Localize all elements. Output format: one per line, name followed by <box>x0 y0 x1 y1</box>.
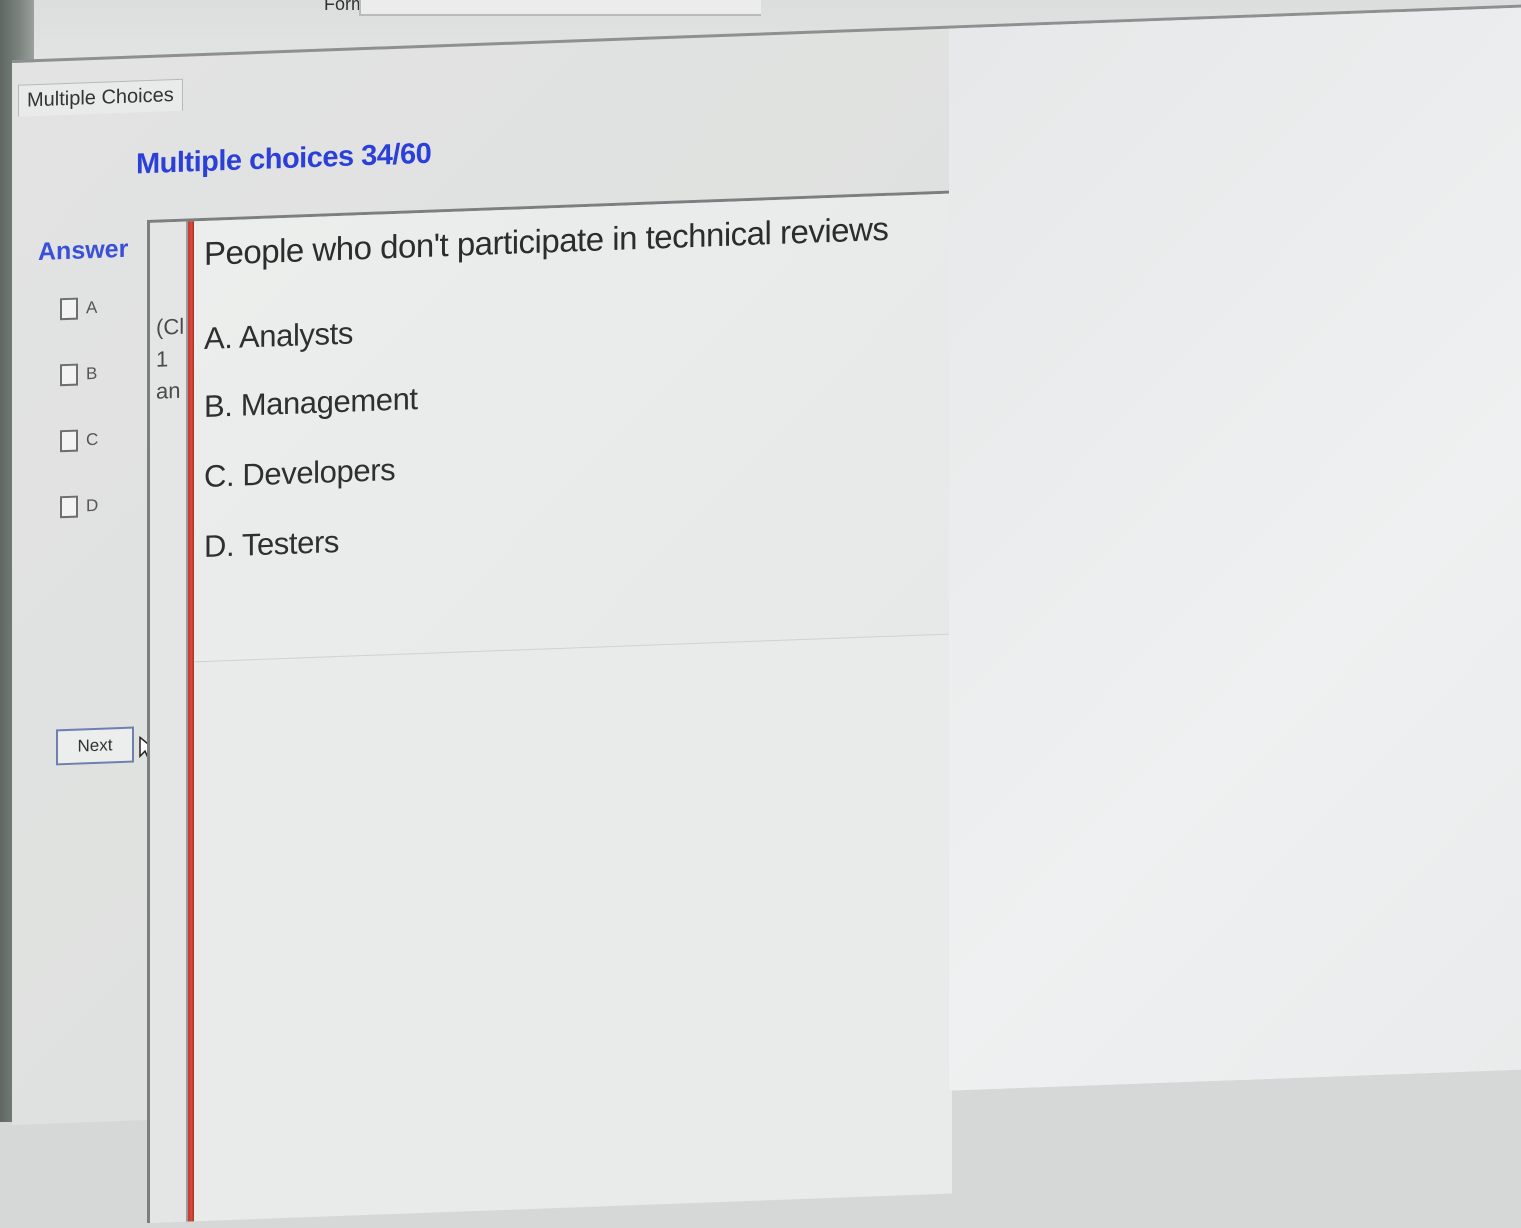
choice-c: C. Developers <box>204 451 396 494</box>
quiz-window: Multiple Choices Multiple choices 34/60 … <box>12 4 1521 1224</box>
answer-option-b-label: B <box>86 363 98 384</box>
instruction-snippet-3: an <box>156 377 181 404</box>
tab-multiple-choices[interactable]: Multiple Choices <box>18 78 183 117</box>
question-area: (Cl 1 an People who don't participate in… <box>147 190 952 1224</box>
answer-title: Answer <box>38 234 129 267</box>
answer-option-c[interactable]: C <box>60 426 98 455</box>
instruction-snippet-1: (Cl <box>156 313 185 340</box>
answer-option-c-label: C <box>86 429 99 450</box>
answer-option-a[interactable]: A <box>60 294 97 323</box>
top-partial-field <box>359 0 761 16</box>
next-button-label: Next <box>77 735 113 756</box>
answer-option-d[interactable]: D <box>60 492 98 521</box>
choice-d: D. Testers <box>204 524 339 564</box>
question-panel: People who don't participate in technica… <box>194 193 950 663</box>
next-button[interactable]: Next <box>56 726 158 766</box>
answer-option-d-label: D <box>86 495 99 516</box>
question-text: People who don't participate in technica… <box>204 209 889 272</box>
checkbox-c[interactable] <box>60 429 78 453</box>
page-title: Multiple choices 34/60 <box>136 137 432 181</box>
empty-area <box>949 6 1521 1091</box>
checkbox-a[interactable] <box>60 297 78 321</box>
choice-a: A. Analysts <box>204 315 353 356</box>
instruction-column: (Cl 1 an <box>150 221 188 1223</box>
answer-panel: Answer A B C D Next <box>34 234 158 1138</box>
checkbox-b[interactable] <box>60 363 78 387</box>
answer-option-b[interactable]: B <box>60 360 97 389</box>
answer-option-a-label: A <box>86 297 98 318</box>
checkbox-d[interactable] <box>60 495 78 519</box>
instruction-snippet-2: 1 <box>156 346 169 372</box>
choice-b: B. Management <box>204 381 418 424</box>
